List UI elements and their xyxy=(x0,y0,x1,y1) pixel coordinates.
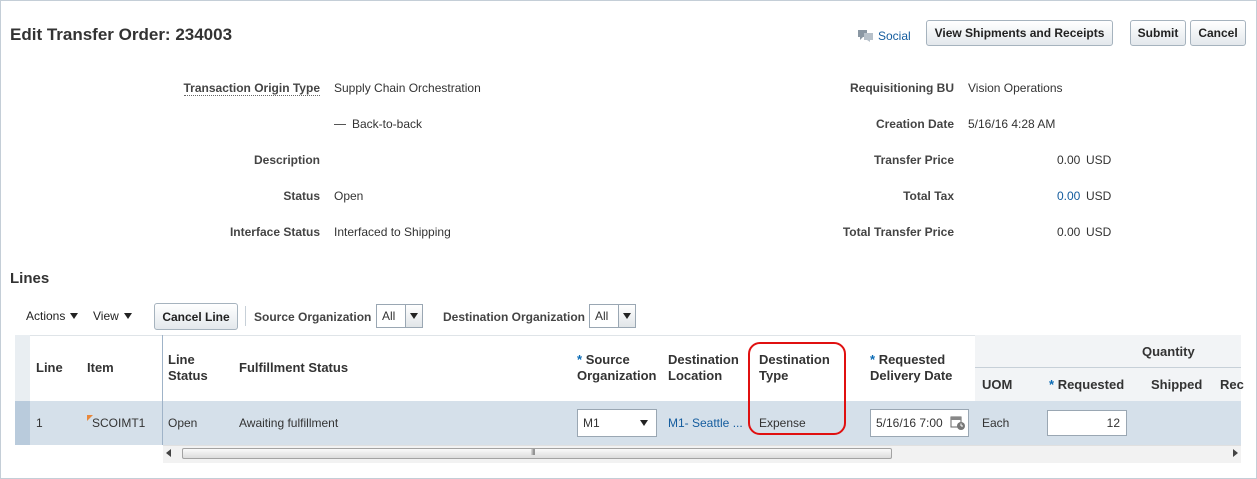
col-header-received-qty[interactable]: Rec xyxy=(1220,377,1244,393)
dest-org-filter-select[interactable]: All xyxy=(589,304,636,328)
col-header-quantity-group: Quantity xyxy=(1142,344,1195,359)
dest-org-filter-label: Destination Organization xyxy=(443,310,586,324)
transaction-origin-type-label: Transaction Origin Type xyxy=(183,81,320,96)
page-title: Edit Transfer Order: 234003 xyxy=(10,25,233,44)
source-org-select[interactable]: M1 xyxy=(577,409,657,437)
creation-date-value: 5/16/16 4:28 AM xyxy=(968,117,1056,131)
col-header-source-org-line1: Source xyxy=(585,352,630,367)
interface-status-value: Interfaced to Shipping xyxy=(334,225,451,239)
required-marker: * xyxy=(577,352,583,367)
cell-line-status: Open xyxy=(168,416,198,430)
cancel-line-button[interactable]: Cancel Line xyxy=(154,303,238,330)
col-header-line[interactable]: Line xyxy=(36,360,63,376)
view-menu[interactable]: View xyxy=(93,309,132,323)
dropdown-arrow-icon xyxy=(405,305,422,327)
requested-qty-value: 12 xyxy=(1106,416,1120,430)
view-menu-label[interactable]: View xyxy=(93,309,119,323)
col-header-requested-label: Requested xyxy=(1057,377,1125,392)
description-label: Description xyxy=(253,153,320,167)
scroll-left-icon[interactable] xyxy=(166,449,171,457)
col-header-shipped-qty[interactable]: Shipped xyxy=(1151,377,1202,393)
status-value: Open xyxy=(334,189,364,203)
frozen-column-divider xyxy=(162,401,163,445)
col-header-line-status[interactable]: Line Status xyxy=(168,352,208,384)
view-shipments-button[interactable]: View Shipments and Receipts xyxy=(926,20,1113,46)
quantity-group-divider xyxy=(975,367,1241,368)
source-org-select-value: M1 xyxy=(583,416,600,430)
lines-section-title: Lines xyxy=(10,270,50,287)
indent-dash xyxy=(334,124,346,125)
scroll-grip-icon: III xyxy=(531,448,536,457)
req-delivery-date-value: 5/16/16 7:00 xyxy=(876,416,943,430)
row-selector[interactable] xyxy=(15,401,30,445)
col-header-requested-qty[interactable]: * Requested xyxy=(1049,377,1124,393)
cell-uom: Each xyxy=(982,416,1010,430)
interface-status-label: Interface Status xyxy=(229,225,320,239)
total-transfer-price-currency: USD xyxy=(1086,225,1112,239)
dropdown-arrow-icon xyxy=(632,410,656,436)
source-org-filter-value: All xyxy=(382,309,396,323)
col-header-source-org-line2: Organization xyxy=(577,368,657,383)
actions-menu-label[interactable]: Actions xyxy=(26,309,65,323)
submit-button[interactable]: Submit xyxy=(1130,20,1186,46)
total-transfer-price-label: Total Transfer Price xyxy=(842,225,954,239)
col-header-source-org[interactable]: * Source Organization xyxy=(577,352,656,384)
source-org-filter-label: Source Organization xyxy=(254,310,372,324)
source-org-filter-select[interactable]: All xyxy=(376,304,423,328)
chevron-down-icon xyxy=(70,313,79,319)
total-tax-currency: USD xyxy=(1086,189,1112,203)
social-link[interactable]: Social xyxy=(858,29,911,43)
cancel-button[interactable]: Cancel xyxy=(1190,20,1246,46)
total-tax-label: Total Tax xyxy=(903,189,954,203)
col-header-item[interactable]: Item xyxy=(87,360,114,376)
required-marker: * xyxy=(870,352,876,367)
cell-line: 1 xyxy=(36,416,43,430)
transaction-origin-type-value: Supply Chain Orchestration xyxy=(334,81,481,95)
col-header-uom[interactable]: UOM xyxy=(982,377,1012,393)
requisitioning-bu-label: Requisitioning BU xyxy=(850,81,954,95)
total-transfer-price-value: 0.00 xyxy=(1057,225,1081,239)
cell-fulfillment-status: Awaiting fulfillment xyxy=(239,416,339,430)
col-header-req-delivery-line2: Delivery Date xyxy=(870,368,953,383)
col-header-line-status-line1: Line xyxy=(168,352,195,367)
requisitioning-bu-value: Vision Operations xyxy=(968,81,1063,95)
col-header-dest-location-line1: Destination xyxy=(668,352,739,367)
transfer-price-label: Transfer Price xyxy=(873,153,954,167)
req-delivery-date-input[interactable]: 5/16/16 7:00 xyxy=(870,409,969,437)
col-header-line-status-line2: Status xyxy=(168,368,208,383)
dropdown-arrow-icon xyxy=(618,305,635,327)
col-header-req-delivery-line1: Requested xyxy=(878,352,946,367)
col-header-req-delivery-date[interactable]: * Requested Delivery Date xyxy=(870,352,952,384)
toolbar-divider xyxy=(245,306,246,326)
required-marker: * xyxy=(1049,377,1055,392)
back-to-back-value: Back-to-back xyxy=(352,117,423,131)
scroll-right-icon[interactable] xyxy=(1233,449,1238,457)
requested-qty-input[interactable]: 12 xyxy=(1047,410,1127,436)
creation-date-label: Creation Date xyxy=(875,117,954,131)
social-icon xyxy=(858,30,873,42)
col-header-fulfillment-status[interactable]: Fulfillment Status xyxy=(239,360,348,376)
dest-org-filter-value: All xyxy=(595,309,609,323)
col-header-dest-location-line2: Location xyxy=(668,368,723,383)
total-tax-value-link[interactable]: 0.00 xyxy=(1057,189,1080,203)
highlight-annotation xyxy=(748,342,846,435)
col-header-dest-location[interactable]: Destination Location xyxy=(668,352,739,384)
transfer-price-value: 0.00 xyxy=(1057,153,1081,167)
cell-item: SCOIMT1 xyxy=(92,416,146,430)
actions-menu[interactable]: Actions xyxy=(26,309,79,323)
chevron-down-icon xyxy=(123,313,132,319)
social-label[interactable]: Social xyxy=(878,29,911,43)
cell-dest-location-link[interactable]: M1- Seattle ... xyxy=(668,416,743,430)
calendar-clock-icon[interactable] xyxy=(948,415,968,431)
scrollbar-thumb[interactable] xyxy=(182,448,892,459)
status-label: Status xyxy=(283,189,320,203)
transfer-price-currency: USD xyxy=(1086,153,1112,167)
